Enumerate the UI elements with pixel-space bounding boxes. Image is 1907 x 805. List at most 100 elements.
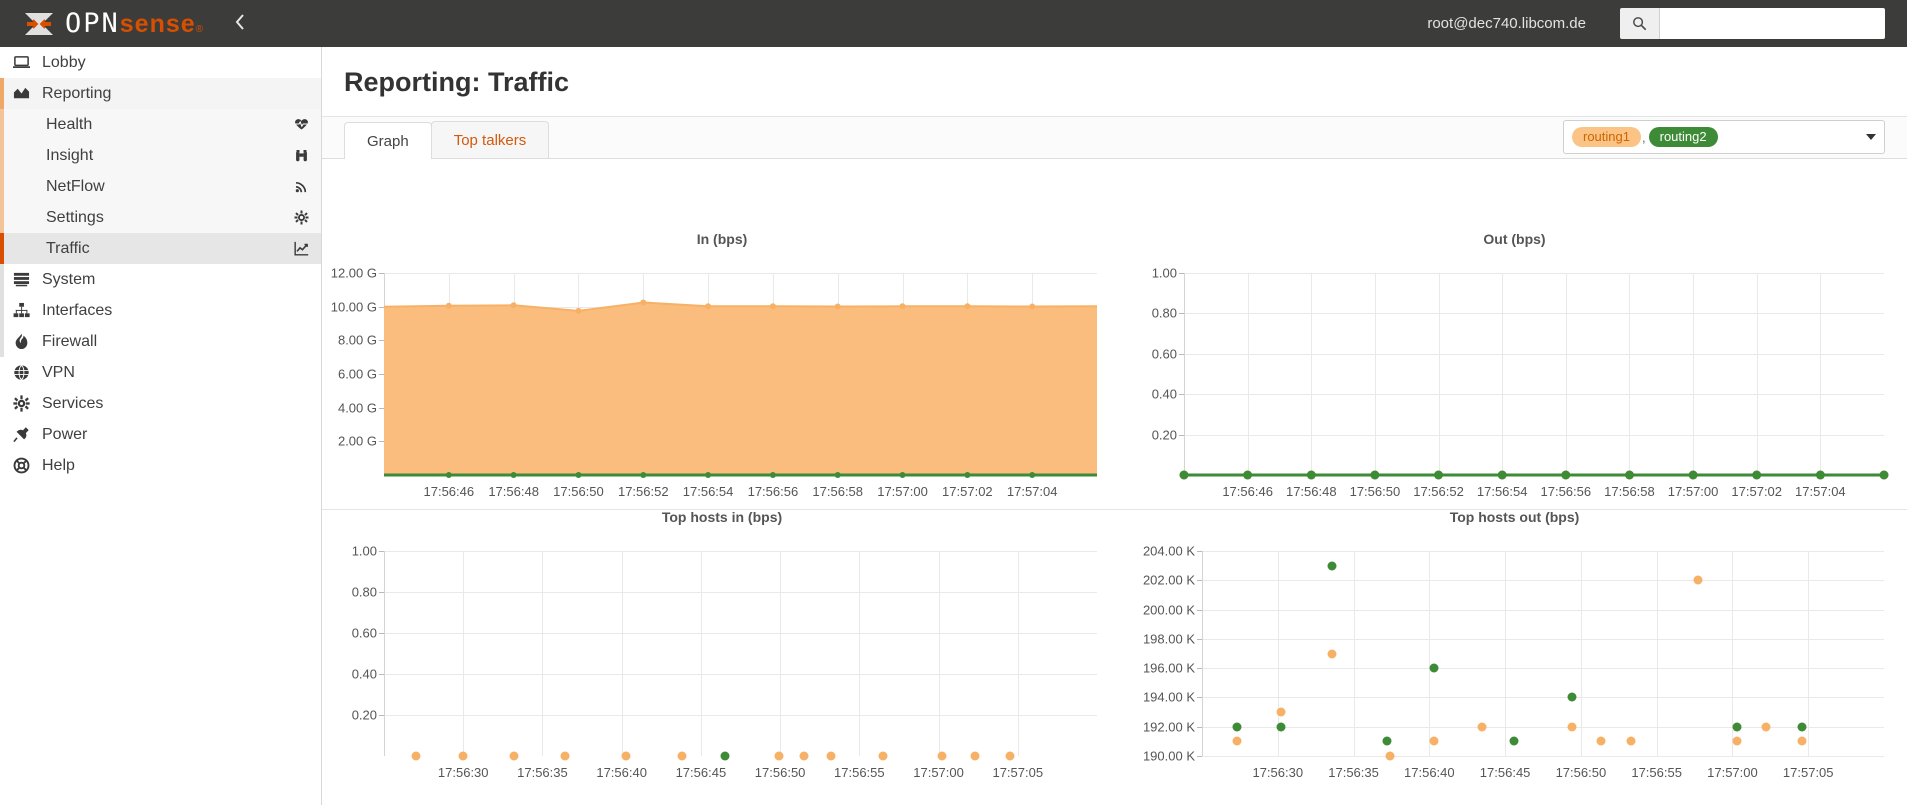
sidebar-item-netflow[interactable]: NetFlow <box>0 171 321 202</box>
sidebar-item-lobby[interactable]: Lobby <box>0 47 321 78</box>
sidebar-item-interfaces[interactable]: Interfaces <box>0 295 321 326</box>
data-point[interactable] <box>1429 663 1439 673</box>
data-point[interactable] <box>1561 470 1571 480</box>
data-point[interactable] <box>937 751 947 761</box>
plot-area-top-hosts-in[interactable]: 1.00 0.80 0.60 0.40 0.20 17:56:30 17:56:35 17:5… <box>352 544 1097 780</box>
data-point[interactable] <box>834 303 841 310</box>
data-point[interactable] <box>1879 470 1889 480</box>
interface-select[interactable]: routing1, routing2 <box>1563 120 1885 154</box>
plot-area-in-bps[interactable]: 12.00 G 10.00 G 8.00 G 6.00 G 4.00 G 2.00 G 17… <box>331 266 1098 499</box>
plot-area-top-hosts-out[interactable]: 204.00 K 202.00 K 200.00 K 198.00 K 196.00 K… <box>1143 544 1884 780</box>
data-point[interactable] <box>705 472 712 478</box>
data-point[interactable] <box>509 751 519 761</box>
data-point[interactable] <box>1276 707 1286 717</box>
global-search[interactable] <box>1620 8 1885 39</box>
data-point[interactable] <box>621 751 631 761</box>
data-point[interactable] <box>1732 722 1742 732</box>
data-point[interactable] <box>677 751 687 761</box>
data-point[interactable] <box>1688 470 1698 480</box>
data-point[interactable] <box>1429 736 1439 746</box>
sidebar-item-traffic[interactable]: Traffic <box>0 233 321 264</box>
data-point[interactable] <box>1596 736 1606 746</box>
data-point[interactable] <box>769 303 776 310</box>
data-point[interactable] <box>1497 470 1507 480</box>
data-point[interactable] <box>1626 736 1636 746</box>
data-point[interactable] <box>1434 470 1443 480</box>
plot-area-out-bps[interactable]: 1.00 0.80 0.60 0.40 0.20 17:56:46 17:56:48 17:5… <box>1152 266 1889 499</box>
data-point[interactable] <box>1029 303 1036 310</box>
data-point[interactable] <box>445 302 452 309</box>
data-point[interactable] <box>1752 470 1762 480</box>
data-point[interactable] <box>411 751 421 761</box>
data-point[interactable] <box>720 751 730 761</box>
data-point[interactable] <box>1382 736 1392 746</box>
data-point[interactable] <box>1029 472 1036 478</box>
search-input[interactable] <box>1660 8 1885 39</box>
data-point[interactable] <box>575 472 582 478</box>
data-point[interactable] <box>1370 470 1380 480</box>
data-point[interactable] <box>705 303 712 310</box>
brand-logo[interactable]: OPN sense ® <box>0 8 204 39</box>
data-point[interactable] <box>1306 470 1316 480</box>
data-point[interactable] <box>899 303 906 310</box>
tab-top-talkers[interactable]: Top talkers <box>430 121 550 158</box>
data-point[interactable] <box>445 472 452 478</box>
sidebar-item-services[interactable]: Services <box>0 388 321 419</box>
data-point[interactable] <box>878 751 888 761</box>
data-point[interactable] <box>834 472 841 478</box>
data-point[interactable] <box>964 472 971 478</box>
data-point[interactable] <box>1509 736 1519 746</box>
data-point[interactable] <box>1693 575 1703 585</box>
data-point[interactable] <box>970 751 980 761</box>
sidebar-item-health[interactable]: Health <box>0 109 321 140</box>
sidebar-collapse-button[interactable] <box>234 13 246 35</box>
sidebar-item-system[interactable]: System <box>0 264 321 295</box>
heartbeat-icon-slot[interactable] <box>281 117 321 132</box>
data-point[interactable] <box>510 472 517 478</box>
data-point[interactable] <box>1327 561 1337 571</box>
data-point[interactable] <box>1797 736 1807 746</box>
chevron-down-icon[interactable] <box>1866 134 1876 140</box>
binoculars-icon-slot[interactable] <box>281 148 321 163</box>
data-point[interactable] <box>510 302 517 309</box>
chart-line-icon-slot[interactable] <box>281 241 321 256</box>
sidebar-item-vpn[interactable]: VPN <box>0 357 321 388</box>
data-point[interactable] <box>964 303 971 310</box>
data-point[interactable] <box>1327 649 1337 658</box>
sidebar-item-power[interactable]: Power <box>0 419 321 450</box>
data-point[interactable] <box>1815 470 1825 480</box>
data-point[interactable] <box>1276 722 1286 732</box>
data-point[interactable] <box>1732 736 1742 746</box>
gear-icon-slot[interactable] <box>281 210 321 225</box>
data-point[interactable] <box>1232 722 1242 732</box>
sidebar-item-help[interactable]: Help <box>0 450 321 481</box>
sidebar-item-reporting[interactable]: Reporting <box>0 78 321 109</box>
badge-routing1[interactable]: routing1 <box>1572 127 1641 147</box>
data-point[interactable] <box>1243 470 1253 480</box>
data-point[interactable] <box>899 472 906 478</box>
data-point[interactable] <box>769 472 776 478</box>
data-point[interactable] <box>1385 751 1395 761</box>
sidebar-item-settings[interactable]: Settings <box>0 202 321 233</box>
data-point[interactable] <box>575 307 582 314</box>
badge-routing2[interactable]: routing2 <box>1648 127 1718 147</box>
sidebar-item-insight[interactable]: Insight <box>0 140 321 171</box>
data-point[interactable] <box>1005 751 1015 761</box>
data-point[interactable] <box>560 751 570 761</box>
sidebar-item-firewall[interactable]: Firewall <box>0 326 321 357</box>
data-point[interactable] <box>1797 722 1807 732</box>
data-point[interactable] <box>1567 692 1577 702</box>
data-point[interactable] <box>1179 470 1189 480</box>
data-point[interactable] <box>1567 722 1577 732</box>
data-point[interactable] <box>1625 470 1634 480</box>
data-point[interactable] <box>774 751 783 761</box>
rss-icon-slot[interactable] <box>281 179 321 194</box>
tab-graph[interactable]: Graph <box>344 122 432 159</box>
data-point[interactable] <box>458 751 468 761</box>
data-point[interactable] <box>799 751 809 761</box>
data-point[interactable] <box>826 751 836 761</box>
data-point[interactable] <box>1232 736 1242 746</box>
data-point[interactable] <box>1761 722 1771 732</box>
data-point[interactable] <box>1477 722 1487 732</box>
data-point[interactable] <box>640 299 647 306</box>
